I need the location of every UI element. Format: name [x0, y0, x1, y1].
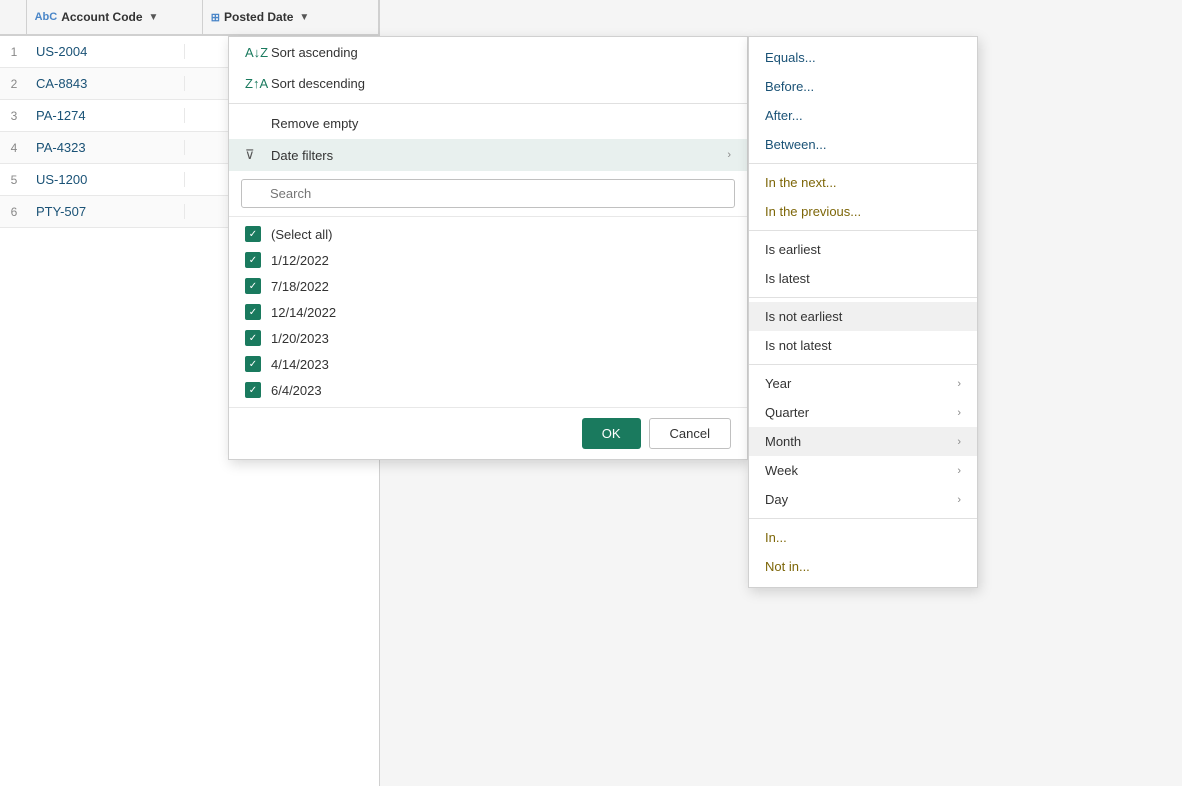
check-item-date-2[interactable]: ✓ 12/14/2022: [229, 299, 747, 325]
remove-empty-label: Remove empty: [271, 116, 731, 131]
month-label: Month: [765, 434, 801, 449]
day-item[interactable]: Day ›: [749, 485, 977, 514]
check-item-date-0[interactable]: ✓ 1/12/2022: [229, 247, 747, 273]
posted-date-label: Posted Date: [224, 10, 293, 24]
table-header: AbC Account Code ▼ ⊞ Posted Date ▼: [0, 0, 379, 36]
before-item[interactable]: Before...: [749, 72, 977, 101]
after-item[interactable]: After...: [749, 101, 977, 130]
is-not-latest-item[interactable]: Is not latest: [749, 331, 977, 360]
quarter-label: Quarter: [765, 405, 809, 420]
account-cell: CA-8843: [28, 76, 185, 91]
row-number: 1: [0, 45, 28, 59]
account-cell: US-1200: [28, 172, 185, 187]
sort-descending-label: Sort descending: [271, 76, 731, 91]
search-input[interactable]: [241, 179, 735, 208]
date-filters-label: Date filters: [271, 148, 719, 163]
account-code-column-header[interactable]: AbC Account Code ▼: [27, 0, 203, 34]
checkbox-select-all[interactable]: ✓: [245, 226, 261, 242]
date-filters-item[interactable]: ⊽ Date filters ›: [229, 139, 747, 171]
month-arrow: ›: [957, 436, 961, 448]
checkbox-date-1[interactable]: ✓: [245, 278, 261, 294]
date-filters-chevron: ›: [727, 149, 731, 161]
checkbox-date-2[interactable]: ✓: [245, 304, 261, 320]
in-the-previous-item[interactable]: In the previous...: [749, 197, 977, 226]
check-item-select-all[interactable]: ✓ (Select all): [229, 221, 747, 247]
ok-button[interactable]: OK: [582, 418, 641, 449]
in-item[interactable]: In...: [749, 523, 977, 552]
week-label: Week: [765, 463, 798, 478]
check-item-date-1[interactable]: ✓ 7/18/2022: [229, 273, 747, 299]
quarter-item[interactable]: Quarter ›: [749, 398, 977, 427]
check-label-date-1: 7/18/2022: [271, 279, 329, 294]
checkbox-date-4[interactable]: ✓: [245, 356, 261, 372]
sort-descending-icon: Z↑A: [245, 76, 263, 91]
equals-item[interactable]: Equals...: [749, 43, 977, 72]
abc-icon: AbC: [35, 11, 58, 23]
month-item[interactable]: Month ›: [749, 427, 977, 456]
submenu-divider-4: [749, 364, 977, 365]
calendar-icon: ⊞: [211, 11, 220, 24]
week-arrow: ›: [957, 465, 961, 477]
column-filter-dropdown: A↓Z Sort ascending Z↑A Sort descending R…: [228, 36, 748, 460]
sort-ascending-icon: A↓Z: [245, 45, 263, 60]
menu-divider: [229, 103, 747, 104]
remove-empty-item[interactable]: Remove empty: [229, 108, 747, 139]
account-cell: PA-4323: [28, 140, 185, 155]
year-arrow: ›: [957, 378, 961, 390]
check-label-date-0: 1/12/2022: [271, 253, 329, 268]
sort-ascending-item[interactable]: A↓Z Sort ascending: [229, 37, 747, 68]
checkbox-date-0[interactable]: ✓: [245, 252, 261, 268]
sort-ascending-label: Sort ascending: [271, 45, 731, 60]
checkbox-date-5[interactable]: ✓: [245, 382, 261, 398]
is-not-earliest-item[interactable]: Is not earliest: [749, 302, 977, 331]
submenu-divider-5: [749, 518, 977, 519]
quarter-arrow: ›: [957, 407, 961, 419]
account-cell: PA-1274: [28, 108, 185, 123]
submenu-divider-2: [749, 230, 977, 231]
check-label-date-5: 6/4/2023: [271, 383, 322, 398]
account-cell: PTY-507: [28, 204, 185, 219]
account-code-label: Account Code: [61, 10, 142, 24]
search-wrapper: 🔍: [241, 179, 735, 208]
checklist-area: ✓ (Select all) ✓ 1/12/2022 ✓ 7/18/2022 ✓…: [229, 217, 747, 408]
check-label-date-4: 4/14/2023: [271, 357, 329, 372]
check-item-date-3[interactable]: ✓ 1/20/2023: [229, 325, 747, 351]
week-item[interactable]: Week ›: [749, 456, 977, 485]
check-item-date-4[interactable]: ✓ 4/14/2023: [229, 351, 747, 377]
posted-date-column-header[interactable]: ⊞ Posted Date ▼: [203, 0, 379, 34]
row-num-header: [0, 0, 27, 34]
year-label: Year: [765, 376, 791, 391]
check-label-select-all: (Select all): [271, 227, 332, 242]
in-the-next-item[interactable]: In the next...: [749, 168, 977, 197]
between-item[interactable]: Between...: [749, 130, 977, 159]
row-number: 6: [0, 205, 28, 219]
is-latest-item[interactable]: Is latest: [749, 264, 977, 293]
search-container: 🔍: [229, 171, 747, 217]
submenu-divider-1: [749, 163, 977, 164]
row-number: 2: [0, 77, 28, 91]
row-number: 4: [0, 141, 28, 155]
submenu-divider-3: [749, 297, 977, 298]
checkbox-date-3[interactable]: ✓: [245, 330, 261, 346]
is-earliest-item[interactable]: Is earliest: [749, 235, 977, 264]
not-in-item[interactable]: Not in...: [749, 552, 977, 581]
date-filter-submenu: Equals... Before... After... Between... …: [748, 36, 978, 588]
row-number: 3: [0, 109, 28, 123]
account-cell: US-2004: [28, 44, 185, 59]
cancel-button[interactable]: Cancel: [649, 418, 731, 449]
check-label-date-3: 1/20/2023: [271, 331, 329, 346]
date-dropdown-icon[interactable]: ▼: [299, 12, 309, 23]
check-label-date-2: 12/14/2022: [271, 305, 336, 320]
check-item-date-5[interactable]: ✓ 6/4/2023: [229, 377, 747, 403]
day-arrow: ›: [957, 494, 961, 506]
row-number: 5: [0, 173, 28, 187]
year-item[interactable]: Year ›: [749, 369, 977, 398]
sort-descending-item[interactable]: Z↑A Sort descending: [229, 68, 747, 99]
filter-icon: ⊽: [245, 147, 263, 163]
day-label: Day: [765, 492, 788, 507]
account-dropdown-icon[interactable]: ▼: [149, 12, 159, 23]
footer-buttons: OK Cancel: [229, 408, 747, 459]
